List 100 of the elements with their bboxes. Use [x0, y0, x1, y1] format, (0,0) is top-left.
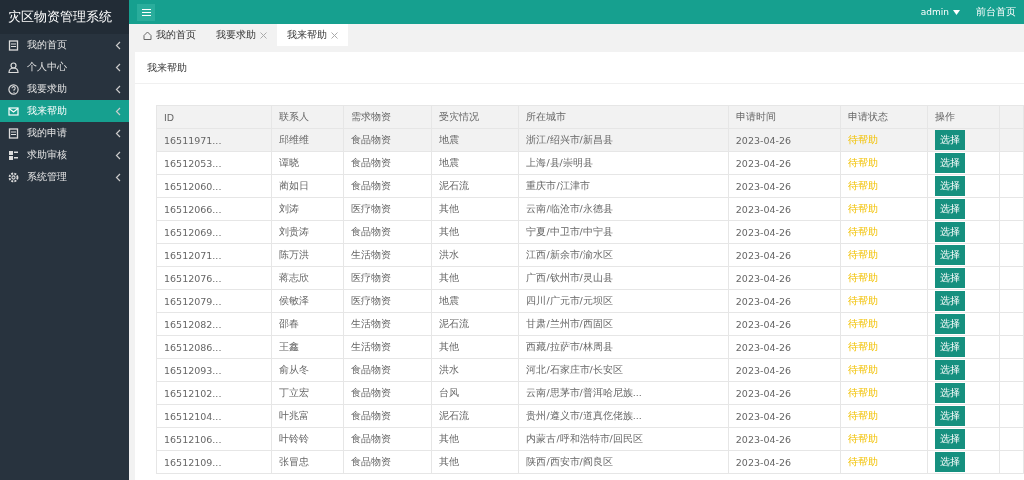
- cell-text: 2023-04-26: [735, 387, 791, 399]
- cell-text: 食品物资: [351, 133, 392, 145]
- cell-text: 侯敏泽: [279, 294, 310, 306]
- select-button[interactable]: 选择: [935, 406, 966, 426]
- select-button[interactable]: 选择: [935, 199, 966, 219]
- select-button[interactable]: 选择: [935, 153, 966, 173]
- select-button[interactable]: 选择: [935, 291, 966, 311]
- chevron-icon: [115, 172, 121, 182]
- column-header: 申请状态: [840, 105, 928, 129]
- table-row[interactable]: 16511971... 邱维维 食品物资 地震 浙江/绍兴市/新昌县 2023-04-26 待帮助 选择: [156, 128, 1024, 152]
- cell-text: 甘肃/兰州市/西固区: [526, 317, 613, 329]
- select-button[interactable]: 选择: [935, 268, 966, 288]
- table-row[interactable]: 16512060... 蔺如日 食品物资 泥石流 重庆市/江津市 2023-04-26 待帮助 选择: [156, 174, 1024, 198]
- column-header: 需求物资: [343, 105, 432, 129]
- help-icon: [8, 83, 19, 95]
- tab[interactable]: 我的首页: [133, 24, 206, 46]
- tab[interactable]: 我来帮助: [277, 24, 348, 46]
- sidebar-item[interactable]: 我要求助: [0, 78, 129, 100]
- cell-text: 16512109...: [164, 456, 222, 468]
- cell-text: 16512079...: [164, 295, 222, 307]
- cell-text: 云南/临沧市/永德县: [526, 202, 613, 214]
- cell-text: 食品物资: [351, 432, 392, 444]
- cell-text: 生活物资: [351, 340, 392, 352]
- cell-text: 2023-04-26: [735, 180, 791, 192]
- tab[interactable]: 我要求助: [206, 24, 277, 46]
- table-row[interactable]: 16512053... 谭晓 食品物资 地震 上海/县/崇明县 2023-04-26 待帮助 选择: [156, 151, 1024, 175]
- select-button[interactable]: 选择: [935, 245, 966, 265]
- table-row[interactable]: 16512109... 张冒忠 食品物资 其他 陕西/西安市/阎良区 2023-04-26 待帮助 选择: [156, 450, 1024, 474]
- sidebar-item[interactable]: 个人中心: [0, 56, 129, 78]
- cell-text: 云南/思茅市/普洱哈尼族...: [526, 386, 642, 398]
- cell-text: 16511971...: [164, 134, 222, 146]
- cell-text: 地震: [438, 156, 459, 168]
- cell-text: 其他: [438, 340, 459, 352]
- select-button[interactable]: 选择: [935, 130, 966, 150]
- cell-text: 16512102...: [164, 387, 222, 399]
- cell-text: 2023-04-26: [735, 410, 791, 422]
- sidebar-item[interactable]: 求助审核: [0, 144, 129, 166]
- cell-text: 邵春: [279, 317, 300, 329]
- select-button[interactable]: 选择: [935, 429, 966, 449]
- cell-text: 内蒙古/呼和浩特市/回民区: [526, 432, 643, 444]
- table-row[interactable]: 16512082... 邵春 生活物资 泥石流 甘肃/兰州市/西固区 2023-04-26 待帮助 选择: [156, 312, 1024, 336]
- sidebar-item[interactable]: 我的申请: [0, 122, 129, 144]
- table-row[interactable]: 16512102... 丁立宏 食品物资 台风 云南/思茅市/普洱哈尼族... 2023-04-26 待帮助 选择: [156, 381, 1024, 405]
- column-header: 所在城市: [518, 105, 729, 129]
- table-row[interactable]: 16512076... 蒋志欣 医疗物资 其他 广西/钦州市/灵山县 2023-04-26 待帮助 选择: [156, 266, 1024, 290]
- select-button[interactable]: 选择: [935, 314, 966, 334]
- table-row[interactable]: 16512071... 陈万洪 生活物资 洪水 江西/新余市/渝水区 2023-04-26 待帮助 选择: [156, 243, 1024, 267]
- sidebar-item[interactable]: 系统管理: [0, 166, 129, 188]
- chevron-icon: [115, 128, 121, 138]
- cell-text: 叶兆富: [279, 409, 310, 421]
- cell-text: 谭晓: [279, 156, 300, 168]
- cell-text: 16512082...: [164, 318, 222, 330]
- cell-text: 医疗物资: [351, 202, 392, 214]
- menu-icon: [141, 8, 151, 16]
- cell-text: 生活物资: [351, 317, 392, 329]
- status-label: 待帮助: [847, 248, 878, 260]
- cell-text: 其他: [438, 225, 459, 237]
- chevron-icon: [115, 40, 121, 50]
- cell-text: 食品物资: [351, 455, 392, 467]
- status-label: 待帮助: [847, 202, 878, 214]
- table-row[interactable]: 16512086... 王鑫 生活物资 其他 西藏/拉萨市/林周县 2023-04-26 待帮助 选择: [156, 335, 1024, 359]
- table-row[interactable]: 16512104... 叶兆富 食品物资 泥石流 贵州/遵义市/道真仡佬族... 2023-04-26 待帮助 选择: [156, 404, 1024, 428]
- select-button[interactable]: 选择: [935, 176, 966, 196]
- close-icon[interactable]: [331, 31, 338, 39]
- table-row[interactable]: 16512069... 刘贵涛 食品物资 其他 宁夏/中卫市/中宁县 2023-04-26 待帮助 选择: [156, 220, 1024, 244]
- cell-text: 16512066...: [164, 203, 222, 215]
- cell-text: 2023-04-26: [735, 295, 791, 307]
- close-icon[interactable]: [260, 31, 267, 39]
- cell-text: 2023-04-26: [735, 134, 791, 146]
- chevron-icon: [115, 150, 121, 160]
- table-row[interactable]: 16512093... 俞从冬 食品物资 洪水 河北/石家庄市/长安区 2023-04-26 待帮助 选择: [156, 358, 1024, 382]
- chevron-icon: [115, 84, 121, 94]
- cell-text: 丁立宏: [279, 386, 310, 398]
- select-button[interactable]: 选择: [935, 452, 966, 472]
- table-row[interactable]: 16512106... 叶铃铃 食品物资 其他 内蒙古/呼和浩特市/回民区 2023-04-26 待帮助 选择: [156, 427, 1024, 451]
- select-button[interactable]: 选择: [935, 337, 966, 357]
- app-title: 灾区物资管理系统: [8, 8, 112, 26]
- page-icon: [8, 127, 19, 139]
- chevron-icon: [115, 106, 121, 116]
- cell-text: 俞从冬: [279, 363, 310, 375]
- sidebar-item[interactable]: 我的首页: [0, 34, 129, 56]
- cell-text: 河北/石家庄市/长安区: [526, 363, 623, 375]
- menu-button[interactable]: [137, 3, 155, 21]
- cell-text: 食品物资: [351, 156, 392, 168]
- cell-text: 食品物资: [351, 225, 392, 237]
- select-button[interactable]: 选择: [935, 383, 966, 403]
- cell-text: 江西/新余市/渝水区: [526, 248, 613, 260]
- cell-text: 邱维维: [279, 133, 310, 145]
- table-row[interactable]: 16512066... 刘涛 医疗物资 其他 云南/临沧市/永德县 2023-04-26 待帮助 选择: [156, 197, 1024, 221]
- cell-text: 2023-04-26: [735, 433, 791, 445]
- cell-text: 上海/县/崇明县: [526, 156, 593, 168]
- select-button[interactable]: 选择: [935, 360, 966, 380]
- cell-text: 食品物资: [351, 386, 392, 398]
- cell-text: 其他: [438, 271, 459, 283]
- mail-icon: [8, 105, 19, 117]
- cell-text: 其他: [438, 455, 459, 467]
- cell-text: 地震: [438, 294, 459, 306]
- cell-text: 2023-04-26: [735, 456, 791, 468]
- table-row[interactable]: 16512079... 侯敏泽 医疗物资 地震 四川/广元市/元坝区 2023-04-26 待帮助 选择: [156, 289, 1024, 313]
- select-button[interactable]: 选择: [935, 222, 966, 242]
